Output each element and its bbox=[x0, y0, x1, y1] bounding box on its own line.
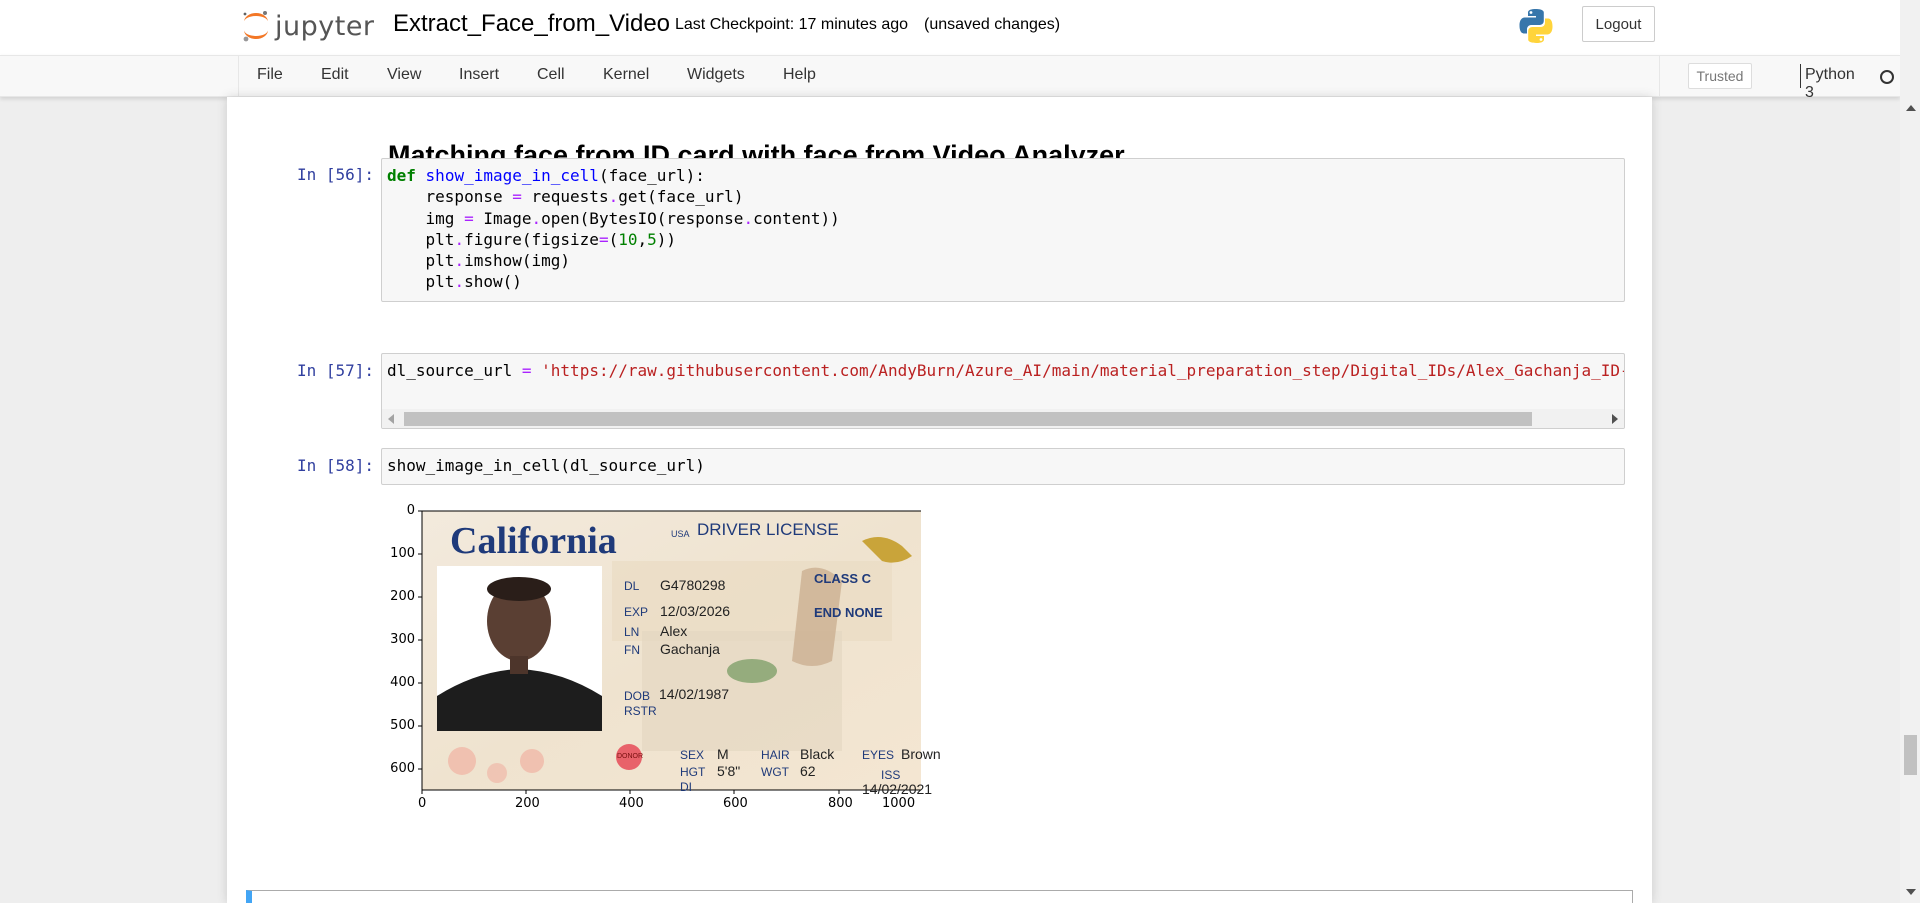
python-logo-icon bbox=[1519, 9, 1553, 43]
exp-label: EXP bbox=[624, 605, 649, 619]
hgt-value: 5'8" bbox=[717, 763, 741, 779]
iss-value: 14/02/2021 bbox=[862, 781, 933, 797]
y-tick-label: 0 bbox=[406, 503, 415, 518]
eyes-label: EYES bbox=[862, 748, 895, 762]
x-tick-label: 1000 bbox=[882, 796, 916, 811]
dl-label: DL bbox=[624, 579, 640, 593]
menu-file[interactable]: File bbox=[257, 66, 283, 84]
y-tick-label: 400 bbox=[390, 675, 415, 690]
code-cell-input[interactable]: show_image_in_cell(dl_source_url) bbox=[381, 448, 1625, 485]
scroll-thumb[interactable] bbox=[404, 412, 1532, 426]
fn-value: Gachanja bbox=[660, 641, 720, 657]
x-tick-label: 200 bbox=[515, 796, 540, 811]
x-tick-label: 600 bbox=[723, 796, 748, 811]
y-tick-label: 500 bbox=[390, 718, 415, 733]
menu-widgets[interactable]: Widgets bbox=[687, 66, 745, 84]
kernel-name: Python 3 bbox=[1805, 66, 1855, 101]
fn-label: FN bbox=[624, 643, 640, 657]
menu-insert[interactable]: Insert bbox=[459, 66, 499, 84]
code-text: def show_image_in_cell(face_url): respon… bbox=[387, 166, 840, 292]
code-cell-input[interactable]: dl_source_url = 'https://raw.githubuserc… bbox=[381, 353, 1625, 429]
cell-prompt: In [58]: bbox=[297, 456, 375, 475]
hair-label: HAIR bbox=[761, 748, 790, 762]
output-plot: California USA DRIVER LICENSE DL G478029… bbox=[381, 497, 941, 879]
scroll-down-icon[interactable] bbox=[1906, 889, 1916, 895]
horizontal-scrollbar[interactable] bbox=[382, 409, 1624, 428]
x-tick-label: 400 bbox=[619, 796, 644, 811]
dob-label: DOB bbox=[624, 689, 651, 703]
jupyter-logo[interactable]: jupyter bbox=[241, 6, 375, 46]
hgt-label: HGT bbox=[680, 765, 706, 779]
header: jupyter Extract_Face_from_Video Last Che… bbox=[0, 0, 1900, 55]
menubar: File Edit View Insert Cell Kernel Widget… bbox=[0, 55, 1900, 101]
menu-edit[interactable]: Edit bbox=[321, 66, 349, 84]
flower-icon bbox=[448, 747, 476, 775]
kernel-separator bbox=[1800, 64, 1801, 88]
y-tick-label: 100 bbox=[390, 546, 415, 561]
menu-help[interactable]: Help bbox=[783, 66, 816, 84]
menu-kernel[interactable]: Kernel bbox=[603, 66, 649, 84]
x-tick-label: 0 bbox=[418, 796, 427, 811]
code-cell-input[interactable]: def show_image_in_cell(face_url): respon… bbox=[381, 158, 1625, 302]
menubar-inner: File Edit View Insert Cell Kernel Widget… bbox=[238, 56, 1894, 101]
wgt-value: 62 bbox=[800, 763, 816, 779]
scroll-up-icon[interactable] bbox=[1906, 105, 1916, 111]
jupyter-logo-icon bbox=[243, 11, 268, 42]
y-tick-label: 300 bbox=[390, 632, 415, 647]
code-text: dl_source_url = 'https://raw.githubuserc… bbox=[387, 360, 1624, 381]
page-scroll-thumb[interactable] bbox=[1904, 735, 1917, 775]
page-scrollbar-top bbox=[1900, 0, 1920, 97]
ln-label: LN bbox=[624, 625, 640, 639]
wgt-label: WGT bbox=[761, 765, 789, 779]
x-ticks bbox=[421, 790, 840, 794]
class-label: CLASS C bbox=[814, 571, 872, 586]
dl-value: G4780298 bbox=[660, 577, 726, 593]
donor-label: DONOR bbox=[617, 753, 644, 760]
card-country: USA bbox=[671, 529, 690, 539]
eyes-value: Brown bbox=[901, 746, 941, 762]
code-variable: dl_source_url bbox=[387, 361, 513, 380]
page-scrollbar[interactable] bbox=[1900, 97, 1920, 903]
card-title: DRIVER LICENSE bbox=[697, 520, 839, 539]
y-tick-label: 200 bbox=[390, 589, 415, 604]
y-ticks bbox=[418, 510, 422, 770]
menu-cell[interactable]: Cell bbox=[537, 66, 565, 84]
card-state: California bbox=[450, 520, 617, 562]
code-operator: = bbox=[521, 361, 532, 380]
notebook-container: Matching face from ID card with face fro… bbox=[227, 97, 1652, 903]
sex-label: SEX bbox=[680, 748, 705, 762]
selected-cell[interactable] bbox=[246, 890, 1633, 903]
iss-label: ISS bbox=[881, 768, 901, 782]
code-text: show_image_in_cell(dl_source_url) bbox=[387, 456, 705, 475]
dd-label: DI bbox=[680, 780, 692, 794]
notebook-name[interactable]: Extract_Face_from_Video bbox=[393, 10, 670, 38]
trusted-indicator[interactable]: Trusted bbox=[1688, 63, 1752, 89]
code-string: 'https://raw.githubusercontent.com/AndyB… bbox=[541, 361, 1625, 380]
rstr-label: RSTR bbox=[624, 704, 657, 718]
scroll-left-icon[interactable] bbox=[388, 414, 394, 424]
menu-view[interactable]: View bbox=[387, 66, 421, 84]
hair-value: Black bbox=[800, 746, 835, 762]
ln-value: Alex bbox=[660, 623, 688, 639]
sex-value: M bbox=[717, 746, 729, 762]
cell-prompt: In [57]: bbox=[297, 361, 375, 380]
exp-value: 12/03/2026 bbox=[660, 603, 731, 619]
end-label: END NONE bbox=[814, 605, 883, 620]
logout-button[interactable]: Logout bbox=[1582, 6, 1655, 42]
kernel-idle-icon bbox=[1880, 70, 1894, 84]
unsaved-status: (unsaved changes) bbox=[924, 16, 1061, 33]
checkpoint-status: Last Checkpoint: 17 minutes ago bbox=[675, 16, 909, 33]
logo-text: jupyter bbox=[275, 10, 375, 42]
y-tick-label: 600 bbox=[390, 761, 415, 776]
cell-prompt: In [56]: bbox=[297, 165, 375, 184]
dob-value: 14/02/1987 bbox=[659, 686, 730, 702]
scroll-right-icon[interactable] bbox=[1612, 414, 1618, 424]
x-tick-label: 800 bbox=[828, 796, 853, 811]
